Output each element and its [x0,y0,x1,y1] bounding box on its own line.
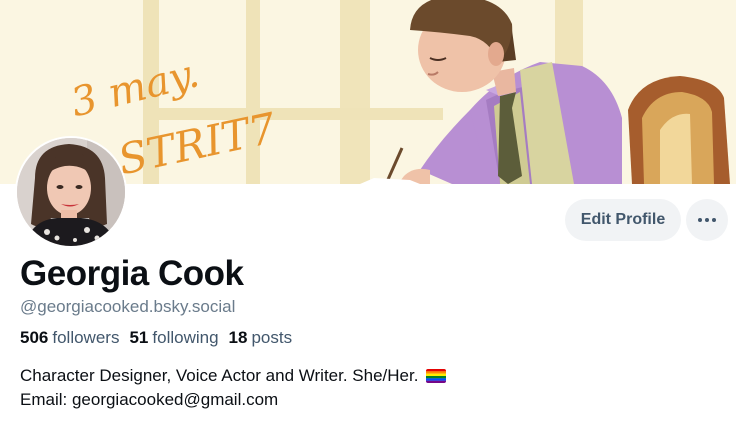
bio-line: Character Designer, Voice Actor and Writ… [20,364,447,388]
more-options-button[interactable] [686,199,728,241]
ellipsis-icon-dot [705,218,709,222]
profile-bio: Character Designer, Voice Actor and Writ… [20,364,447,412]
handle: @georgiacooked.bsky.social [20,297,236,316]
followers-count: 506 [20,328,49,347]
following-count: 51 [129,328,149,347]
following-link[interactable]: 51 following [129,327,218,349]
ellipsis-icon-dot [712,218,716,222]
following-label: following [152,328,219,347]
posts-count: 18 [228,328,248,347]
followers-label: followers [52,328,120,347]
avatar-photo [17,138,125,246]
rainbow-pride-flag-icon [426,369,447,383]
posts-stat: 18 posts [229,327,293,349]
bio-line: Email: georgiacooked@gmail.com [20,388,446,412]
followers-link[interactable]: 506 followers [20,327,119,349]
bio-text-line1: Character Designer, Voice Actor and Writ… [20,366,419,385]
avatar[interactable] [15,136,127,248]
bio-text-line2: Email: georgiacooked@gmail.com [20,390,279,409]
posts-label: posts [251,328,293,347]
ellipsis-icon-dot [698,218,702,222]
profile-stats: 506 followers 51 following 18 posts [20,327,292,349]
display-name: Georgia Cook [20,254,244,293]
edit-profile-button[interactable]: Edit Profile [565,199,681,241]
